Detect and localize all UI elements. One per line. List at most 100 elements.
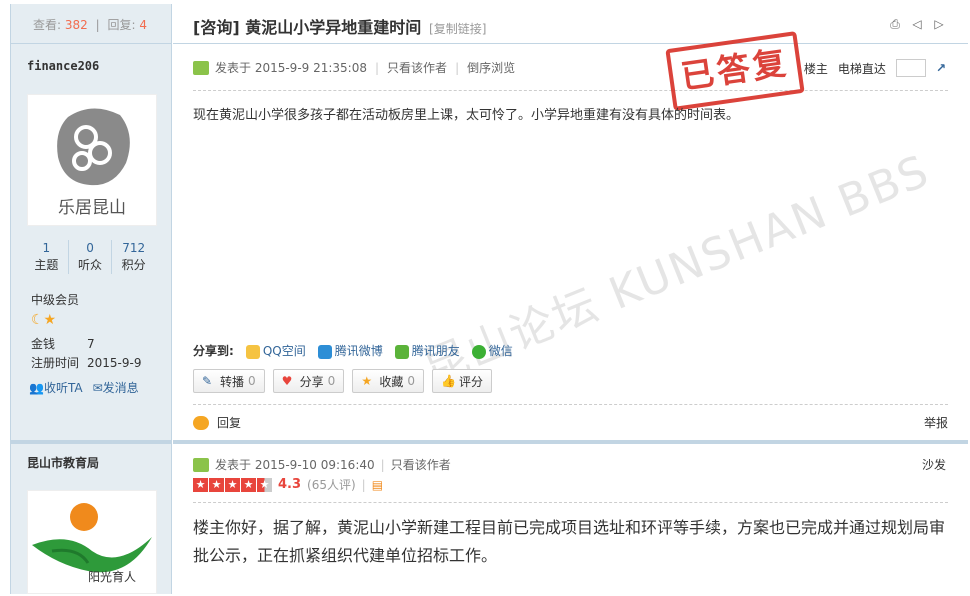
star-icon: ★ — [225, 477, 240, 492]
actions-divider — [193, 404, 948, 405]
repost-icon: ✎ — [202, 374, 213, 388]
reply-link[interactable]: 回复 — [193, 414, 241, 431]
floor-jump-input[interactable] — [895, 59, 926, 77]
thread-stats: 查看: 382 | 回复: 4 — [11, 4, 171, 44]
meta-separator: | — [361, 477, 366, 492]
next-thread-icon[interactable]: ▷ — [932, 17, 946, 31]
thread-container: 查看: 382 | 回复: 4 finance206 乐居昆山 1 主题 0 听众 … — [10, 4, 968, 594]
share-qzone[interactable]: QQ空间 — [245, 342, 306, 359]
message-label: 发消息 — [102, 381, 139, 395]
rating-chart-icon[interactable]: ▤ — [372, 478, 383, 492]
thumb-icon: 👍 — [440, 374, 456, 388]
reg-date: 2015-9-9 — [87, 356, 142, 370]
action-label: 分享 — [299, 374, 324, 389]
user-info: 金钱 7 注册时间 2015-9-9 — [31, 335, 141, 373]
thread-title: [咨询] 黄泥山小学异地重建时间 — [193, 18, 422, 37]
share-item-label: 微信 — [488, 344, 513, 358]
prev-thread-icon[interactable]: ◁ — [910, 17, 924, 31]
qzone-icon — [245, 344, 260, 359]
post2-meta: 发表于 2015-9-10 09:16:40 | 只看该作者 — [193, 456, 451, 473]
thread-header: [咨询] 黄泥山小学异地重建时间 [复制链接] ⎙ ◁ ▷ — [173, 4, 968, 44]
user-rank[interactable]: 中级会员 — [31, 291, 79, 308]
action-label: 评分 — [458, 374, 483, 389]
elevator-label: 电梯直达 — [837, 61, 886, 76]
post1-author-name[interactable]: finance206 — [27, 59, 99, 73]
stat-value: 1 — [42, 241, 51, 255]
floor-nav: 楼主 电梯直达 ↗ — [804, 59, 946, 77]
stat-label: 主题 — [34, 258, 59, 272]
jump-arrow-icon[interactable]: ↗ — [936, 61, 946, 75]
meta-separator: | — [455, 60, 460, 75]
replies-label: 回复: — [107, 18, 136, 32]
post2-author-name[interactable]: 昆山市教育局 — [27, 454, 99, 471]
report-link[interactable]: 举报 — [924, 414, 948, 431]
meta-divider — [193, 90, 948, 91]
post-actions: ✎ 转播 0 ♥ 分享 0 ★ 收藏 0 👍 评分 — [193, 369, 492, 393]
floor-label: 楼主 — [803, 61, 828, 76]
post2-date: 发表于 2015-9-10 09:16:40 — [215, 458, 375, 472]
meta-separator: | — [380, 457, 385, 472]
views-label: 查看: — [33, 18, 62, 32]
stat-topics[interactable]: 1 主题 — [25, 240, 69, 274]
reply-label: 回复 — [217, 416, 242, 430]
meta-divider — [193, 502, 948, 503]
views-count: 382 — [64, 18, 88, 32]
print-icon[interactable]: ⎙ — [888, 17, 902, 31]
stat-label: 听众 — [78, 258, 103, 272]
share-item-label: 腾讯朋友 — [411, 344, 460, 358]
stat-listeners[interactable]: 0 听众 — [69, 240, 113, 274]
star-icon: ★ — [361, 374, 373, 388]
star-icon: ★ — [241, 477, 256, 492]
star-icon: ★ — [209, 477, 224, 492]
pengyou-icon — [394, 344, 409, 359]
share-button[interactable]: ♥ 分享 0 — [272, 369, 345, 393]
star-icon: ★ — [193, 477, 208, 492]
replies-count: 4 — [139, 18, 147, 32]
only-author-link[interactable]: 只看该作者 — [391, 456, 451, 473]
stats-separator: | — [95, 18, 100, 32]
share-bar: 分享到: QQ空间 腾讯微博 腾讯朋友 微信 — [193, 342, 513, 359]
gold-value: 7 — [87, 337, 95, 351]
gold-label: 金钱 — [31, 337, 56, 351]
action-label: 收藏 — [379, 374, 404, 389]
heart-icon: ♥ — [281, 374, 293, 388]
rating-count[interactable]: (65人评) — [307, 476, 356, 493]
post2-content: 楼主你好，据了解，黄泥山小学新建工程目前已完成项目选址和环评等手续，方案也已完成… — [193, 518, 946, 565]
post-main: [咨询] 黄泥山小学异地重建时间 [复制链接] ⎙ ◁ ▷ 发表于 2015-9… — [173, 4, 968, 594]
post-divider — [173, 440, 968, 444]
post2-avatar[interactable]: 阳光育人 — [27, 490, 157, 594]
repost-button[interactable]: ✎ 转播 0 — [193, 369, 265, 393]
rating-stars: ★ ★ ★ ★ ★ — [193, 477, 272, 492]
reply-bar: 回复 举报 — [193, 414, 948, 431]
rate-button[interactable]: 👍 评分 — [431, 369, 492, 393]
share-item-label: 腾讯微博 — [334, 344, 383, 358]
action-count: 0 — [327, 374, 336, 388]
only-author-link[interactable]: 只看该作者 — [387, 59, 447, 76]
envelope-icon: ✉ — [92, 381, 103, 395]
post1-avatar[interactable]: 乐居昆山 — [27, 94, 157, 226]
action-label: 转播 — [220, 374, 245, 389]
wechat-icon — [471, 344, 486, 359]
stat-value: 0 — [86, 241, 94, 255]
rank-stars-icon: ☾★ — [31, 312, 57, 328]
share-wechat[interactable]: 微信 — [471, 342, 513, 359]
avatar2-logo-text: 阳光育人 — [88, 569, 136, 584]
copy-link[interactable]: [复制链接] — [429, 22, 486, 36]
online-status-icon — [193, 60, 209, 75]
message-link[interactable]: ✉发消息 — [93, 379, 139, 396]
reply-bubble-icon — [193, 415, 209, 430]
stat-label: 积分 — [121, 258, 146, 272]
favorite-button[interactable]: ★ 收藏 0 — [352, 369, 424, 393]
reverse-order-link[interactable]: 倒序浏览 — [467, 59, 515, 76]
share-pengyou[interactable]: 腾讯朋友 — [394, 342, 460, 359]
meta-separator: | — [375, 60, 380, 75]
share-tweibo[interactable]: 腾讯微博 — [317, 342, 383, 359]
thread-tools: ⎙ ◁ ▷ — [888, 17, 946, 31]
stat-points[interactable]: 712 积分 — [112, 240, 155, 274]
rating-score: 4.3 — [278, 477, 302, 492]
tweibo-icon — [317, 344, 332, 359]
user-actions: 👥收听TA ✉发消息 — [29, 379, 139, 396]
post1-date: 发表于 2015-9-9 21:35:08 — [215, 61, 367, 75]
follow-link[interactable]: 👥收听TA — [29, 379, 83, 396]
half-star-icon: ★ — [257, 477, 272, 492]
